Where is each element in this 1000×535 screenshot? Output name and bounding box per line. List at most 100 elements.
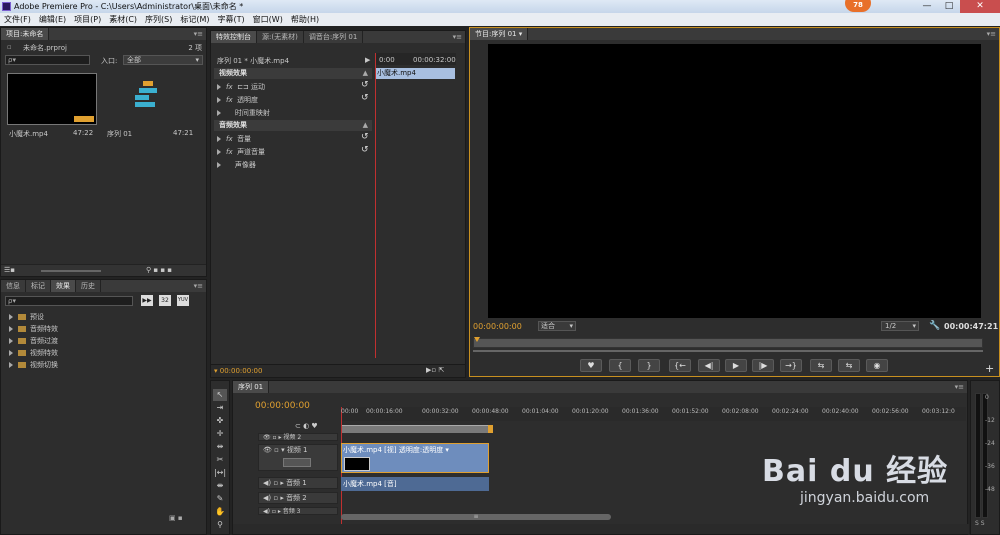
work-area-end-handle[interactable] <box>488 425 493 433</box>
export-frame-button[interactable]: ◉ <box>866 359 888 372</box>
effects-folder-video-transitions[interactable]: 视频切换 <box>9 360 58 370</box>
effect-opacity[interactable]: fx 透明度 <box>217 95 258 105</box>
slide-tool-icon[interactable]: ⇼ <box>213 480 227 492</box>
hand-tool-icon[interactable]: ✋ <box>213 506 227 518</box>
32bit-effects-button[interactable]: 32 <box>159 295 171 306</box>
zoom-tool-icon[interactable]: ⚲ <box>213 519 227 531</box>
go-to-in-button[interactable]: {← <box>669 359 691 372</box>
effect-motion[interactable]: fx ⊏⊐ 运动 <box>217 82 265 92</box>
tab-history[interactable]: 历史 <box>76 280 101 292</box>
find-icon[interactable]: ⚲ ▪ ▪ ▪ <box>146 266 172 274</box>
menu-window[interactable]: 窗口(W) <box>249 13 287 26</box>
work-area-bar[interactable] <box>341 425 491 433</box>
effect-panner[interactable]: 声像器 <box>217 160 256 170</box>
track-eye-icon[interactable]: 👁 ▫ <box>263 434 277 441</box>
timeline-timecode[interactable]: 00:00:00:00 <box>255 401 310 411</box>
list-view-icon[interactable]: ☰▪ <box>4 266 15 274</box>
close-button[interactable]: ✕ <box>960 0 1000 13</box>
step-back-button[interactable]: ◀| <box>698 359 720 372</box>
project-search-input[interactable]: ρ▾ <box>5 55 90 65</box>
tab-project[interactable]: 项目:未命名 <box>1 28 50 40</box>
program-scrubber[interactable] <box>473 337 983 348</box>
step-forward-button[interactable]: |▶ <box>752 359 774 372</box>
effects-folder-audio-transitions[interactable]: 音频过渡 <box>9 336 58 346</box>
minimize-button[interactable]: — <box>916 0 938 13</box>
ec-footer-icons[interactable]: ▶▫ ⇱ <box>426 366 444 374</box>
panel-menu-icon[interactable]: ▾≡ <box>987 28 996 40</box>
speaker-icon[interactable]: ◀) ▫ <box>263 479 278 487</box>
snap-icon[interactable]: ⊂ ◐ ♥ <box>295 422 318 430</box>
effects-folder-video-effects[interactable]: 视频特效 <box>9 348 58 358</box>
rolling-edit-tool-icon[interactable]: ✛ <box>213 428 227 440</box>
rate-stretch-tool-icon[interactable]: ⇹ <box>213 441 227 453</box>
add-button[interactable]: + <box>985 362 994 375</box>
mini-playhead[interactable] <box>375 53 376 358</box>
menu-edit[interactable]: 编辑(E) <box>35 13 70 26</box>
clip-thumbnail[interactable] <box>7 73 97 125</box>
effects-folder-presets[interactable]: 预设 <box>9 312 44 322</box>
collapse-icon[interactable]: ▲ <box>363 120 368 131</box>
play-button[interactable]: ▶ <box>725 359 747 372</box>
effect-time-remap[interactable]: 时间重映射 <box>217 108 270 118</box>
quality-select[interactable]: 1/2 ▾ <box>881 321 919 331</box>
fit-select[interactable]: 适合 ▾ <box>538 321 576 331</box>
speaker-icon[interactable]: ◀) ▫ <box>263 494 278 502</box>
panel-menu-icon[interactable]: ▾≡ <box>194 28 203 40</box>
tab-markers[interactable]: 标记 <box>26 280 51 292</box>
menu-marker[interactable]: 标记(M) <box>176 13 213 26</box>
effect-channel-volume[interactable]: fx 声道音量 <box>217 147 265 157</box>
lift-button[interactable]: ⇆ <box>810 359 832 372</box>
keyframe-nav[interactable] <box>283 458 311 467</box>
tab-info[interactable]: 信息 <box>1 280 26 292</box>
accelerated-effects-button[interactable]: ▶▶ <box>141 295 153 306</box>
menu-title[interactable]: 字幕(T) <box>214 13 249 26</box>
track-select-tool-icon[interactable]: ⇥ <box>213 402 227 414</box>
mark-out-button[interactable]: } <box>638 359 660 372</box>
slip-tool-icon[interactable]: |↔| <box>213 467 227 479</box>
ripple-edit-tool-icon[interactable]: ✜ <box>213 415 227 427</box>
panel-menu-icon[interactable]: ▾≡ <box>453 31 462 43</box>
in-select[interactable]: 全部 ▾ <box>123 55 203 65</box>
add-marker-button[interactable]: ♥ <box>580 359 602 372</box>
go-to-out-button[interactable]: →} <box>780 359 802 372</box>
extract-button[interactable]: ⇆ <box>838 359 860 372</box>
solo-buttons[interactable]: S S <box>975 520 985 527</box>
tab-audio-mixer[interactable]: 调音台:序列 01 <box>304 31 364 43</box>
ec-timecode[interactable]: ▾ 00:00:00:00 <box>214 367 262 375</box>
program-video-display[interactable] <box>488 44 981 318</box>
program-timecode[interactable]: 00:00:00:00 <box>473 322 522 331</box>
track-eye-icon[interactable]: 👁 ▫ <box>263 446 279 454</box>
effects-search-input[interactable]: ρ▾ <box>5 296 133 306</box>
audio-clip[interactable]: 小魔术.mp4 [音] <box>341 477 489 491</box>
track-header-video-1[interactable]: 👁 ▫ ▾ 视频 1 <box>258 444 338 471</box>
reset-icon[interactable]: ↺ <box>361 145 369 155</box>
track-header-audio-2[interactable]: ◀) ▫ ▸ 音频 2 <box>258 492 338 504</box>
new-bin-icon[interactable]: ▣ ▪ <box>169 514 183 522</box>
effect-volume[interactable]: fx 音量 <box>217 134 251 144</box>
reset-icon[interactable]: ↺ <box>361 93 369 103</box>
track-header-audio-1[interactable]: ◀) ▫ ▸ 音频 1 <box>258 477 338 489</box>
video-clip[interactable]: 小魔术.mp4 [视] 透明度:透明度 ▾ <box>341 443 489 473</box>
menu-clip[interactable]: 素材(C) <box>105 13 141 26</box>
sequence-thumbnail[interactable] <box>105 73 201 125</box>
notification-badge[interactable]: 78 <box>845 0 871 12</box>
menu-sequence[interactable]: 序列(S) <box>141 13 176 26</box>
play-only-audio-icon[interactable]: ▶ <box>365 56 370 64</box>
panel-menu-icon[interactable]: ▾≡ <box>955 381 964 393</box>
mini-clip[interactable]: 小魔术.mp4 <box>375 68 455 79</box>
menu-project[interactable]: 项目(P) <box>70 13 105 26</box>
mark-in-button[interactable]: { <box>609 359 631 372</box>
zoom-slider[interactable] <box>41 270 101 272</box>
tab-effect-controls[interactable]: 特效控制台 <box>211 31 257 43</box>
tab-sequence[interactable]: 序列 01 <box>233 381 270 393</box>
wrench-icon[interactable]: 🔧 <box>929 321 940 331</box>
zoom-bar[interactable] <box>473 350 983 352</box>
menu-help[interactable]: 帮助(H) <box>287 13 323 26</box>
track-header-video-2[interactable]: 👁 ▫ ▸ 视频 2 <box>258 433 338 441</box>
collapse-icon[interactable]: ▲ <box>363 68 368 79</box>
tab-program[interactable]: 节目:序列 01 ▾ <box>470 28 529 40</box>
razor-tool-icon[interactable]: ✂ <box>213 454 227 466</box>
reset-icon[interactable]: ↺ <box>361 80 369 90</box>
maximize-button[interactable]: □ <box>938 0 960 13</box>
pen-tool-icon[interactable]: ✎ <box>213 493 227 505</box>
